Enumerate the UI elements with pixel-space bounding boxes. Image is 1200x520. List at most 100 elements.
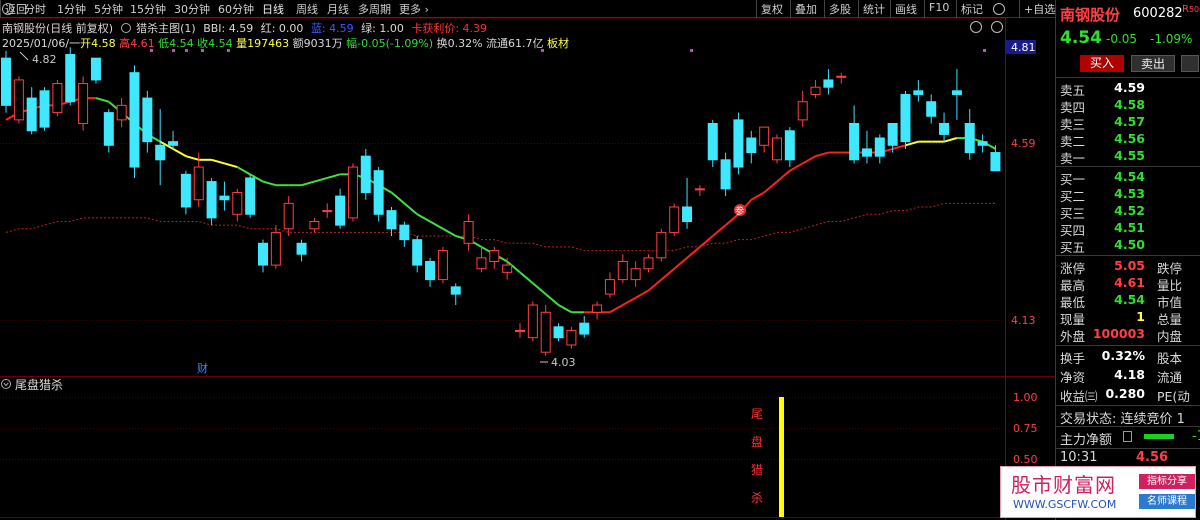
candle[interactable]: [553, 323, 564, 342]
candle[interactable]: [643, 254, 654, 273]
candle[interactable]: [990, 145, 1001, 172]
candle[interactable]: [939, 112, 950, 142]
candle[interactable]: [386, 207, 397, 237]
candle[interactable]: [784, 127, 795, 168]
candle[interactable]: [926, 94, 937, 124]
candle[interactable]: [155, 108, 166, 186]
candle[interactable]: [296, 239, 307, 262]
candle[interactable]: [283, 196, 294, 237]
candle[interactable]: [65, 47, 76, 106]
candle[interactable]: [270, 225, 281, 269]
candle[interactable]: [412, 236, 423, 273]
candle[interactable]: [977, 134, 988, 153]
candle[interactable]: [630, 261, 641, 287]
candle[interactable]: [116, 98, 127, 128]
quote-panel: 南钢股份 600282 R500 4.54 -0.05 -1.09% 买入 卖出…: [1055, 0, 1200, 520]
candle[interactable]: [746, 130, 757, 164]
candle[interactable]: [39, 87, 50, 131]
bbi-segment: [211, 158, 225, 165]
candle[interactable]: [309, 217, 320, 233]
candle[interactable]: [656, 228, 667, 262]
candle[interactable]: [180, 170, 191, 215]
candle[interactable]: [604, 272, 615, 298]
candle[interactable]: [836, 72, 847, 84]
candle[interactable]: [360, 148, 371, 200]
candle[interactable]: [129, 65, 140, 178]
candle[interactable]: [232, 188, 243, 222]
toolbar-close-icon[interactable]: [993, 3, 1005, 15]
candle[interactable]: [78, 76, 89, 131]
candle[interactable]: [489, 246, 500, 269]
candle[interactable]: [772, 134, 782, 164]
candle[interactable]: [849, 105, 860, 164]
candle[interactable]: [90, 57, 101, 84]
candle[interactable]: [26, 87, 37, 135]
candle[interactable]: [322, 203, 333, 218]
candle[interactable]: [437, 246, 448, 284]
candle-body: [797, 101, 808, 121]
candle[interactable]: [810, 79, 821, 99]
sell-button[interactable]: 卖出: [1131, 55, 1175, 72]
candle[interactable]: [476, 246, 487, 273]
candle[interactable]: [540, 305, 551, 356]
candle[interactable]: [913, 79, 924, 102]
candle[interactable]: [617, 254, 628, 284]
candle[interactable]: [502, 257, 513, 280]
bbi-line: [5, 97, 996, 314]
bbi-segment: [622, 296, 637, 306]
bbi-segment: [892, 144, 906, 150]
candle[interactable]: [694, 185, 705, 197]
indicator-name[interactable]: 猎杀主图(1): [136, 22, 196, 35]
candle[interactable]: [733, 112, 744, 175]
candle[interactable]: [347, 163, 358, 222]
finance-badge[interactable]: 财: [197, 361, 208, 375]
candle[interactable]: [759, 126, 770, 153]
candle[interactable]: [399, 221, 410, 247]
candle[interactable]: [1, 50, 11, 113]
candle[interactable]: [13, 76, 24, 124]
candle[interactable]: [669, 203, 680, 237]
candle[interactable]: [258, 239, 268, 273]
candle-body: [412, 239, 423, 266]
candle[interactable]: [797, 90, 808, 128]
stock-code: 600282: [1133, 6, 1183, 21]
candle[interactable]: [373, 167, 384, 222]
candle[interactable]: [245, 174, 256, 218]
chart-settings-icon[interactable]: [970, 21, 982, 33]
bar-sector[interactable]: 板材: [547, 37, 569, 50]
candle[interactable]: [450, 283, 461, 306]
candle[interactable]: [335, 188, 346, 229]
candle[interactable]: [707, 119, 718, 168]
candle[interactable]: [874, 134, 885, 164]
candle[interactable]: [951, 69, 962, 120]
candle[interactable]: [900, 90, 911, 149]
candle[interactable]: [720, 152, 731, 197]
chart-close-icon[interactable]: [991, 21, 1003, 33]
sub-collapse-icon[interactable]: [1, 379, 11, 389]
candle[interactable]: [515, 323, 525, 338]
bbi-segment: [712, 224, 727, 237]
candle[interactable]: [206, 177, 217, 226]
candle[interactable]: [103, 108, 114, 153]
candle[interactable]: [527, 301, 538, 342]
signal-char-1: 尾: [751, 407, 763, 421]
candle[interactable]: [682, 177, 693, 229]
candle[interactable]: [579, 315, 590, 338]
more-button[interactable]: [1181, 55, 1199, 72]
candle[interactable]: [566, 326, 577, 349]
buy-button[interactable]: 买入: [1080, 55, 1124, 72]
kline-chart[interactable]: 4.81 4.59 4.13 1.00 0.75 0.50 4.82 4.03 …: [0, 0, 1055, 520]
candle[interactable]: [592, 301, 603, 320]
candle-body: [579, 322, 590, 335]
candle[interactable]: [861, 130, 872, 164]
candle[interactable]: [463, 214, 474, 251]
stat-value: 4.61: [1114, 275, 1145, 290]
candle[interactable]: [52, 79, 63, 117]
candle-body: [951, 90, 962, 95]
candle[interactable]: [823, 69, 834, 95]
flow-table-icon[interactable]: [1123, 431, 1132, 442]
indicator-collapse-icon[interactable]: [120, 23, 131, 33]
candle[interactable]: [219, 181, 230, 211]
candle[interactable]: [425, 257, 436, 287]
candle[interactable]: [964, 108, 975, 160]
